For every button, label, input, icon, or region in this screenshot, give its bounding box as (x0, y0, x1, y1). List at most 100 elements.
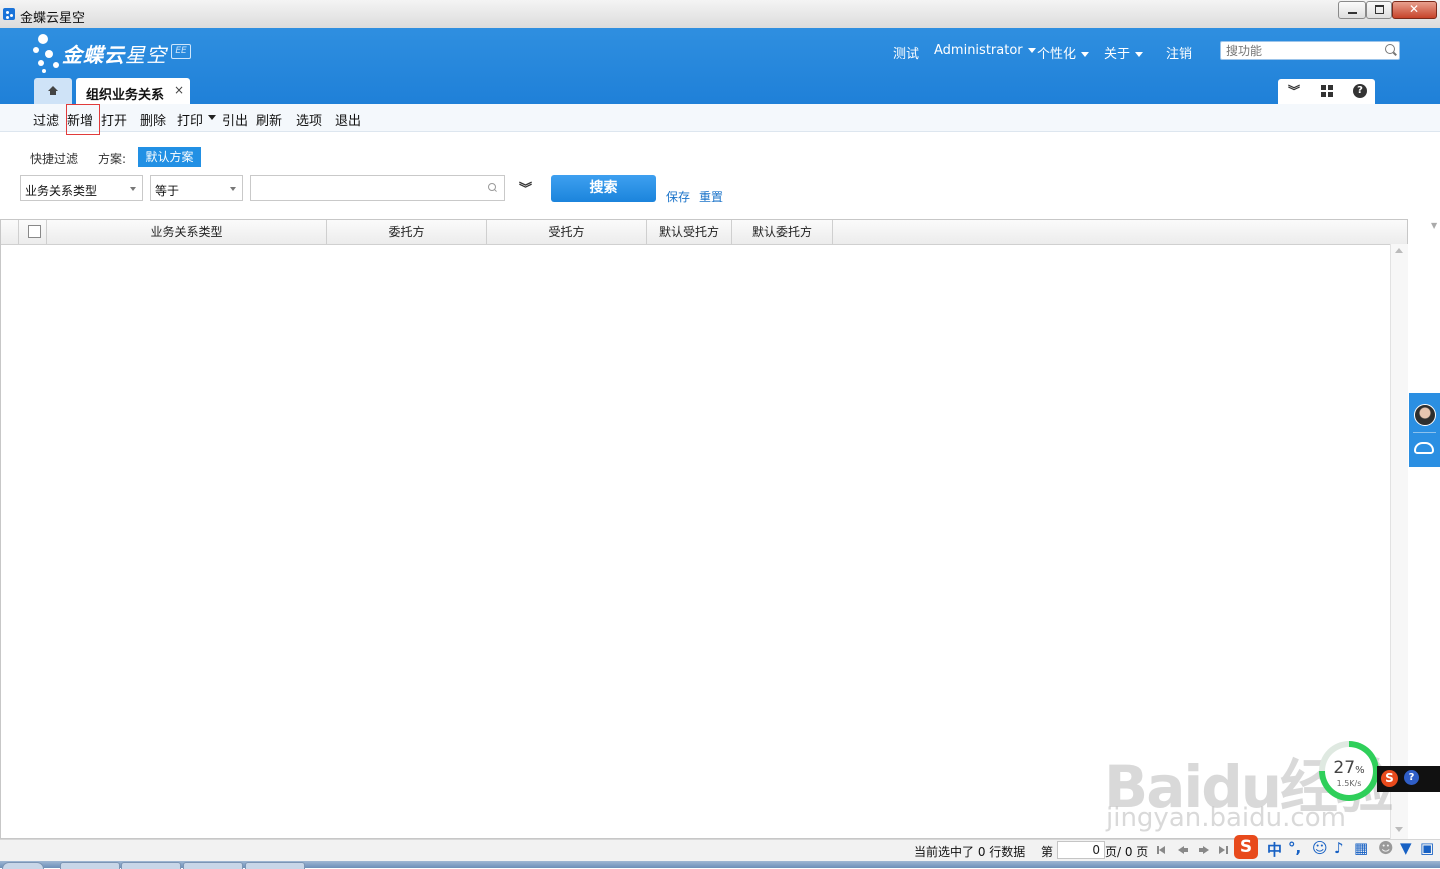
chevron-down-icon (1027, 48, 1036, 53)
network-percent-sign: % (1355, 765, 1365, 776)
tab-home[interactable] (34, 78, 72, 104)
first-page-icon[interactable] (1157, 846, 1167, 854)
sogou-logo-icon[interactable]: S (1234, 835, 1258, 859)
cloud-icon[interactable] (1414, 442, 1434, 454)
page-total-text: 页/ 0 页 (1105, 845, 1149, 859)
mic-icon[interactable]: ♪ (1334, 839, 1344, 857)
help-icon[interactable]: ? (1353, 84, 1367, 98)
toolbar-export-button[interactable]: 引出 (222, 110, 248, 129)
logo-text-2: 星空 (125, 43, 167, 67)
toolbar-open-button[interactable]: 打开 (101, 110, 127, 129)
emoji-icon[interactable]: ☺ (1312, 839, 1328, 857)
scheme-label: 方案: (98, 152, 127, 166)
search-button[interactable]: 搜索 (551, 175, 656, 202)
row-indicator-header (1, 220, 19, 244)
toolbar-print-button[interactable]: 打印 (177, 110, 203, 129)
search-icon[interactable] (1385, 44, 1395, 54)
nav-test[interactable]: 测试 (893, 43, 919, 62)
ime-floating-bar: S ? (1377, 766, 1440, 792)
chevron-down-icon (1135, 52, 1144, 57)
header-tools: ︾ ? (1278, 79, 1375, 104)
tab-org-business-relation[interactable]: 组织业务关系 × (76, 78, 190, 104)
keyboard-icon[interactable]: ▦ (1354, 839, 1368, 857)
function-search-box[interactable] (1220, 41, 1400, 60)
skin-icon[interactable]: ▼ (1400, 839, 1412, 857)
toolbar-filter-button[interactable]: 过滤 (33, 110, 59, 129)
logo-badge: EE (171, 44, 191, 59)
select-all-checkbox[interactable] (28, 225, 41, 238)
grid-scrollbar[interactable] (1390, 244, 1408, 839)
window-title-bar: 金蝶云星空 (0, 0, 1440, 29)
selected-rows-text: 当前选中了 0 行数据 (914, 845, 1026, 859)
grid-menu-icon[interactable] (1321, 85, 1333, 97)
double-chevron-down-icon[interactable]: ︾ (1288, 82, 1300, 99)
filter-value-input[interactable] (250, 175, 505, 201)
network-percent: 27% (1325, 758, 1373, 778)
toolbar: 过滤 新增 打开 删除 打印 引出 刷新 选项 退出 ▼ (0, 104, 1440, 230)
prev-page-icon[interactable] (1178, 846, 1188, 854)
filter-field-select[interactable]: 业务关系类型 (20, 175, 143, 201)
ime-mode-icon[interactable]: 中 (1267, 839, 1282, 860)
page-number-input[interactable]: 0 (1057, 841, 1105, 859)
user-icon[interactable]: ☻ (1378, 839, 1394, 857)
close-tab-icon[interactable]: × (174, 83, 184, 97)
network-widget-inner: 27% 1.5K/s (1325, 747, 1373, 795)
tab-label: 组织业务关系 (86, 88, 165, 103)
nav-logout[interactable]: 注销 (1166, 43, 1192, 62)
column-header[interactable]: 委托方 (327, 220, 487, 244)
divider (1413, 432, 1436, 433)
toolbar-delete-button[interactable]: 删除 (140, 110, 166, 129)
network-percent-value: 27 (1333, 758, 1356, 778)
avatar[interactable] (1414, 404, 1436, 426)
watermark-url: jingyan.baidu.com (1106, 803, 1346, 833)
ime-punct-icon[interactable]: °, (1288, 839, 1301, 857)
toolbar-refresh-button[interactable]: 刷新 (256, 110, 282, 129)
filter-field-value: 业务关系类型 (25, 184, 98, 198)
sogou-icon[interactable]: S (1381, 770, 1398, 787)
save-scheme-link[interactable]: 保存 (666, 188, 690, 205)
help-icon[interactable]: ? (1404, 770, 1419, 785)
scroll-down-icon[interactable] (1395, 827, 1403, 832)
column-header[interactable]: 业务关系类型 (47, 220, 327, 244)
nav-about-menu[interactable]: 关于 (1104, 43, 1144, 62)
next-page-icon[interactable] (1199, 846, 1209, 854)
toolbar-options-button[interactable]: 选项 (296, 110, 322, 129)
grid-header: 业务关系类型 委托方 受托方 默认受托方 默认委托方 (1, 220, 1407, 245)
network-speed: 1.5K/s (1336, 779, 1362, 788)
status-bar: 当前选中了 0 行数据 第 0 页/ 0 页 (0, 839, 1440, 862)
reset-filter-link[interactable]: 重置 (699, 188, 723, 205)
nav-personalize-label: 个性化 (1037, 47, 1077, 62)
floating-side-panel (1409, 393, 1440, 467)
scheme-default-chip[interactable]: 默认方案 (138, 147, 201, 167)
column-header[interactable]: 默认委托方 (732, 220, 833, 244)
search-icon[interactable] (488, 183, 496, 191)
ime-tray: S 中 °, ☺ ♪ ▦ ☻ ▼ ▣ (1232, 835, 1440, 861)
page-prefix: 第 (1041, 845, 1054, 859)
toolbox-icon[interactable]: ▣ (1420, 839, 1434, 857)
expand-filter-icon[interactable]: ︾ (519, 178, 532, 197)
nav-user-menu[interactable]: Administrator (934, 43, 1036, 58)
minimize-button[interactable] (1338, 1, 1366, 19)
toolbar-exit-button[interactable]: 退出 (335, 110, 361, 129)
last-page-icon[interactable] (1218, 846, 1228, 854)
logo-text: 金蝶云 (62, 43, 125, 67)
filter-operator-value: 等于 (155, 184, 180, 198)
network-speed-widget[interactable]: 27% 1.5K/s (1319, 741, 1379, 801)
print-dropdown-icon[interactable] (208, 115, 216, 120)
close-window-button[interactable] (1392, 1, 1437, 19)
dropdown-arrow-icon (130, 187, 136, 191)
nav-personalize-menu[interactable]: 个性化 (1037, 43, 1090, 62)
logo[interactable]: 金蝶云星空 (62, 39, 167, 68)
window-title: 金蝶云星空 (20, 11, 86, 26)
scroll-up-icon[interactable] (1395, 248, 1403, 253)
toolbar-overflow-icon[interactable]: ▼ (1431, 221, 1437, 230)
restore-button[interactable] (1366, 1, 1392, 19)
column-header[interactable]: 受托方 (487, 220, 647, 244)
dropdown-arrow-icon (230, 187, 236, 191)
filter-operator-select[interactable]: 等于 (150, 175, 243, 201)
quick-filter-label: 快捷过滤 (30, 152, 79, 166)
nav-about-label: 关于 (1104, 47, 1131, 62)
logo-dots-icon (33, 34, 59, 73)
function-search-input[interactable] (1226, 43, 1376, 58)
column-header[interactable]: 默认受托方 (647, 220, 732, 244)
